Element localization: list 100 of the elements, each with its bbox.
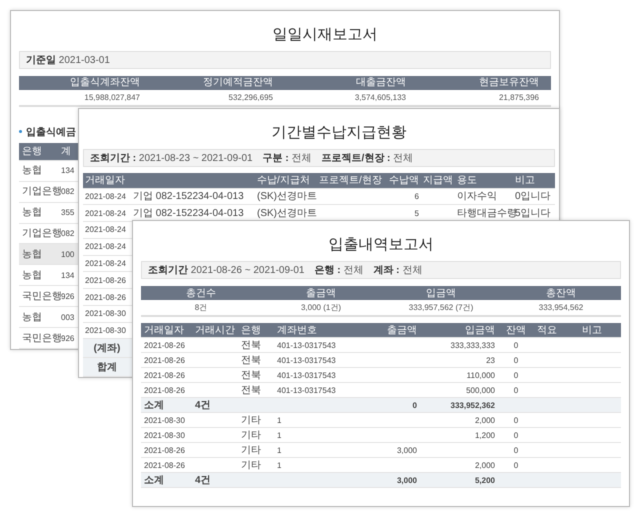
table-cell-text: 082 (60, 186, 74, 198)
table-cell-text: 3,000 (396, 444, 417, 456)
column-header: 거래일자 (84, 174, 126, 187)
column-header: 은행 (21, 144, 43, 158)
column-header: 적요 (537, 324, 558, 336)
filter-text: 프로젝트/현장 : 전체 (321, 152, 414, 165)
column-header: 수납액 (389, 174, 419, 187)
row-label: 소계 (143, 398, 165, 412)
table-cell-text: 333,952,362 (450, 400, 495, 412)
table-cell-text: 2021-08-30 (84, 325, 127, 338)
table-cell-text: 134 (60, 165, 74, 178)
table-cell-text: 1 (277, 430, 282, 442)
column-header: 프로젝트/현장 (319, 174, 383, 187)
column-header: 지급액 (422, 174, 453, 187)
table-cell-text: 003 (60, 312, 74, 324)
table-cell-text: 5,200 (474, 474, 495, 486)
column-header: 입금액 (464, 324, 495, 336)
table-cell-text: 500,000 (465, 384, 495, 396)
table-cell-text: 타행대금수령 (456, 206, 513, 220)
table-cell-text: 3,574,605,133 (354, 92, 407, 104)
table-cell-text: 기타 (241, 444, 262, 456)
table-cell-text: 2,000 (474, 460, 495, 472)
column-header: 거래시간 (195, 324, 236, 336)
table-cell-text: 기타 (241, 458, 262, 472)
column-header: 출금액 (386, 324, 417, 336)
table-cell-text: 2021-08-26 (143, 354, 186, 366)
table-cell-text: (SK)선경마트 (257, 190, 318, 203)
table-cell-text: 23 (485, 354, 495, 366)
column-header: 대출금잔액 (355, 76, 407, 90)
table-cell-text: 1 (277, 444, 282, 456)
report-title: 기간별수납지급현황 (272, 123, 406, 143)
column-header: 거래일자 (143, 324, 185, 336)
table-cell-text: 0 (512, 384, 520, 396)
table-cell-text: 926 (60, 332, 74, 345)
column-header: 입금액 (425, 286, 457, 300)
table-cell-text: 333,333,333 (450, 340, 495, 352)
table-cell-text: 15,988,027,847 (83, 92, 141, 104)
table-cell-text: 국민은행 (21, 332, 59, 345)
table-cell-text: 0 (512, 354, 520, 366)
column-header: 현금보유잔액 (478, 76, 540, 90)
table-cell-text: 0 (512, 460, 520, 472)
table-cell-text: 2021-08-24 (84, 258, 127, 270)
table-cell-text: 401-13-0317543 (277, 384, 337, 396)
row-label: (계좌) (92, 342, 122, 355)
table-cell-text: 401-13-0317543 (277, 340, 337, 352)
table-cell-text: 4건 (195, 398, 212, 412)
table-cell-text: 기업은행 (21, 185, 59, 198)
report-title: 일일시재보고서 (272, 25, 378, 45)
table-cell-text: 2021-08-26 (84, 292, 127, 304)
table-cell-text: 기타 (241, 428, 262, 442)
table-cell-text: 농협 (21, 206, 43, 220)
table-cell-text: 6 (414, 190, 419, 203)
table-cell-text: 0 (512, 444, 520, 456)
column-header: 계 (60, 144, 71, 158)
table-cell-text: 이자수익 (456, 190, 498, 203)
table-cell-text: 농협 (21, 310, 43, 324)
table-cell-text: 134 (60, 270, 74, 282)
report-title: 입출내역보고서 (328, 235, 434, 255)
column-header: 비고 (514, 174, 536, 187)
table-cell-text: 기업 082-152234-04-013 (132, 190, 245, 203)
column-header: 용도 (456, 174, 478, 187)
column-header: 총건수 (185, 286, 217, 300)
column-header: 출금액 (305, 286, 337, 300)
table-cell-text: 0 (512, 340, 520, 352)
column-header: 총잔액 (545, 286, 577, 300)
table-cell-text: 355 (60, 207, 74, 220)
table-cell-text: 8건 (194, 302, 208, 314)
table-cell-text: 2021-08-24 (84, 241, 127, 254)
table-cell-text: 110,000 (466, 370, 495, 382)
table-cell-text: 전북 (241, 368, 262, 382)
filter-text: 은행 : 전체 (314, 264, 364, 277)
column-header: 입출식계좌잔액 (69, 76, 141, 90)
table-cell-text: 기타 (241, 414, 262, 426)
table-cell-text: 100 (60, 248, 74, 261)
table-cell-text: 401-13-0317543 (277, 354, 337, 366)
table-cell-text: 1 (277, 414, 282, 426)
row-label: 합계 (96, 360, 118, 374)
table-cell-text: 4건 (195, 474, 212, 486)
table-cell-text: 532,296,695 (228, 92, 274, 104)
filter-text: 구분 : 전체 (262, 152, 312, 165)
table-cell-text: 2021-08-26 (143, 444, 186, 456)
table-cell-text: 기업은행 (21, 226, 59, 240)
table-cell-text: 5 (414, 208, 419, 220)
table-cell-text: 전북 (241, 338, 262, 352)
table-cell-text: 2,000 (474, 414, 495, 426)
table-cell-text: 기업 082-152234-04-013 (132, 206, 245, 220)
table-cell-text: 0 (512, 430, 520, 442)
table-cell-text: 농협 (21, 164, 43, 178)
section-title: 입출식예금 (26, 126, 76, 139)
table-cell-text: 농협 (21, 248, 43, 261)
table-cell-text: 926 (60, 290, 74, 303)
table-cell-text: 0 (512, 370, 520, 382)
table-cell-text: 1,200 (474, 430, 495, 442)
table-cell-text: 0 (512, 414, 520, 426)
table-cell-text: 2021-08-30 (143, 430, 186, 442)
table-cell-text: 0입니다 (514, 190, 552, 203)
table-cell-text: 3,000 (1건) (300, 302, 342, 314)
filter-text: 기준일 2021-03-01 (26, 54, 110, 67)
table-cell-text: 2021-08-26 (143, 384, 186, 396)
table-cell-text: 2021-08-26 (143, 370, 186, 382)
